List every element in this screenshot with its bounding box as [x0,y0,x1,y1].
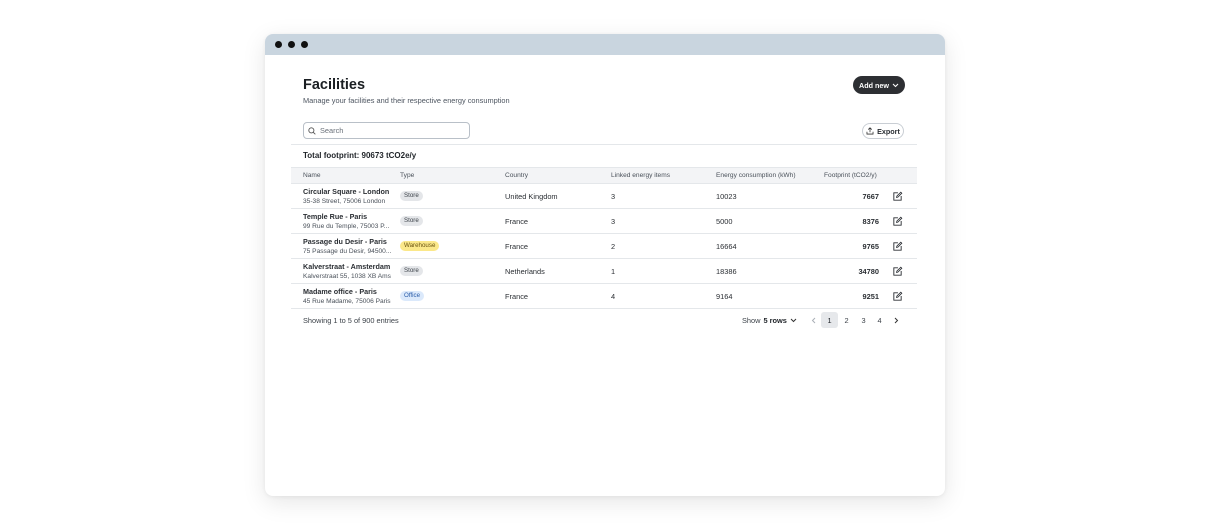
energy-consumption: 10023 [716,192,737,201]
page-1-button[interactable]: 1 [821,312,838,328]
energy-consumption: 16664 [716,242,737,251]
chevron-down-icon [790,318,797,323]
facility-country: France [505,292,529,301]
linked-energy-items: 4 [611,292,616,301]
table-row[interactable]: Madame office - Paris 45 Rue Madame, 7500… [291,284,917,309]
facility-name[interactable]: Madame office - Paris [303,287,377,296]
edit-icon[interactable] [892,216,903,227]
page-subtitle: Manage your facilities and their respect… [303,96,510,105]
facility-address: Kalverstraat 55, 1038 XB Ams [303,273,391,280]
window-minimize-dot[interactable] [288,41,295,48]
facility-name[interactable]: Passage du Desir - Paris [303,237,387,246]
chevron-left-icon [811,317,815,323]
search-input[interactable] [320,126,460,135]
facility-name[interactable]: Temple Rue - Paris [303,212,367,221]
facility-type-badge: Store [400,266,423,276]
facility-type-badge: Office [400,291,425,301]
facilities-table: Name Type Country Linked energy items En… [291,167,917,309]
facility-address: 35-38 Street, 75006 London [303,198,386,205]
search-icon [308,126,316,135]
window-titlebar [265,34,945,55]
total-footprint: Total footprint: 90673 tCO2e/y [303,151,417,160]
page-2-button[interactable]: 2 [838,312,855,328]
column-header-footprint[interactable]: Footprint (tCO2/y) [824,172,877,179]
column-header-type[interactable]: Type [400,172,414,179]
edit-icon[interactable] [892,291,903,302]
column-header-energy-consumption[interactable]: Energy consumption (kWh) [716,172,796,179]
energy-consumption: 9164 [716,292,733,301]
facility-name[interactable]: Circular Square - London [303,187,389,196]
entries-summary: Showing 1 to 5 of 900 entries [303,316,399,325]
facility-country: France [505,217,529,226]
linked-energy-items: 2 [611,242,616,251]
footprint-value: 9251 [862,292,879,301]
upload-icon [866,127,874,135]
footprint-value: 34780 [858,267,879,276]
previous-page-button[interactable] [808,312,818,328]
facility-country: United Kingdom [505,192,558,201]
column-header-linked-energy-items[interactable]: Linked energy items [611,172,670,179]
table-row[interactable]: Kalverstraat - Amsterdam Kalverstraat 55,… [291,259,917,284]
energy-consumption: 5000 [716,217,733,226]
export-button[interactable]: Export [862,123,904,139]
rows-per-page-value: 5 rows [763,316,787,325]
add-new-label: Add new [859,80,889,90]
rows-per-page-select[interactable]: Show 5 rows [742,316,797,325]
energy-consumption: 18386 [716,267,737,276]
export-label: Export [877,126,900,136]
chevron-down-icon [892,83,899,87]
facility-name[interactable]: Kalverstraat - Amsterdam [303,262,390,271]
divider [291,144,917,145]
show-label: Show [742,316,761,325]
table-body: Circular Square - London 35-38 Street, 75… [291,184,917,309]
app-window: Facilities Manage your facilities and th… [265,34,945,496]
page-title: Facilities [303,77,366,93]
facility-country: France [505,242,529,251]
facility-address: 45 Rue Madame, 75006 Paris [303,298,391,305]
facility-type-badge: Store [400,216,423,226]
column-header-name[interactable]: Name [303,172,321,179]
facility-country: Netherlands [505,267,545,276]
window-close-dot[interactable] [275,41,282,48]
linked-energy-items: 3 [611,192,616,201]
facility-address: 99 Rue du Temple, 75003 P... [303,223,390,230]
search-box[interactable] [303,122,470,139]
linked-energy-items: 3 [611,217,616,226]
edit-icon[interactable] [892,191,903,202]
next-page-button[interactable] [891,312,901,328]
table-row[interactable]: Circular Square - London 35-38 Street, 75… [291,184,917,209]
footprint-value: 9765 [862,242,879,251]
footprint-value: 8376 [862,217,879,226]
page-3-button[interactable]: 3 [855,312,872,328]
table-row[interactable]: Passage du Desir - Paris 75 Passage du De… [291,234,917,259]
footprint-value: 7667 [862,192,879,201]
facility-type-badge: Warehouse [400,241,440,251]
facility-address: 75 Passage du Desir, 94500... [303,248,392,255]
edit-icon[interactable] [892,266,903,277]
linked-energy-items: 1 [611,267,616,276]
edit-icon[interactable] [892,241,903,252]
table-row[interactable]: Temple Rue - Paris 99 Rue du Temple, 7500… [291,209,917,234]
table-header: Name Type Country Linked energy items En… [291,167,917,184]
add-new-button[interactable]: Add new [853,76,905,94]
page-4-button[interactable]: 4 [871,312,888,328]
facility-type-badge: Store [400,191,423,201]
window-maximize-dot[interactable] [301,41,308,48]
chevron-right-icon [894,317,898,323]
column-header-country[interactable]: Country [505,172,528,179]
